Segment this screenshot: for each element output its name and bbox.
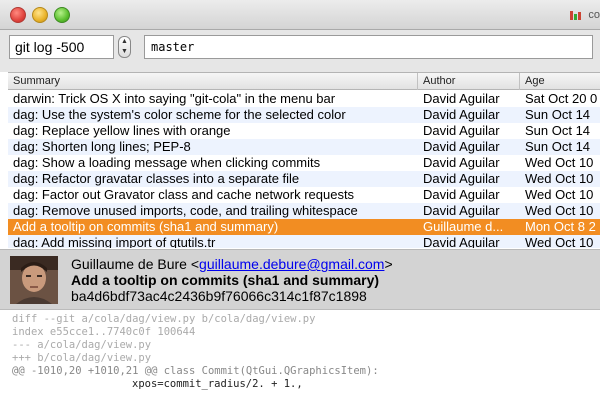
commit-list[interactable]: Summary Author Age darwin: Trick OS X in… — [8, 72, 600, 248]
commit-age-cell: Sat Oct 20 0 — [525, 91, 598, 106]
commit-row[interactable]: dag: Shorten long lines; PEP-8 David Agui… — [8, 139, 600, 155]
column-header-age[interactable]: Age — [525, 75, 545, 89]
git-cola-app-icon — [570, 10, 584, 20]
commit-author-cell: David Aguilar — [423, 187, 500, 202]
window-titlebar: co — [0, 0, 600, 30]
commit-author-cell: David Aguilar — [423, 139, 500, 154]
column-header-author[interactable]: Author — [423, 75, 455, 89]
diff-code-line: xpos=commit_radius/2. + 1., — [132, 378, 303, 390]
commit-row[interactable]: dag: Replace yellow lines with orange Dav… — [8, 123, 600, 139]
commit-summary: dag: Shorten long lines; PEP-8 — [13, 139, 191, 154]
commit-author: Guillaume de Bure <guillaume.debure@gmai… — [71, 256, 393, 272]
commit-row[interactable]: dag: Add missing import of qtutils.tr Dav… — [8, 235, 600, 248]
commit-sha1: ba4d6bdf73ac4c2436b9f76066c314c1f87c1898 — [71, 288, 367, 304]
close-window-button[interactable] — [10, 7, 26, 23]
commit-age-cell: Wed Oct 10 — [525, 203, 594, 218]
diff-header-line: index e55cce1..7740c0f 100644 — [12, 326, 196, 338]
column-divider[interactable] — [519, 73, 520, 90]
stepper-down-icon[interactable]: ▼ — [119, 47, 130, 57]
commit-summary: Add a tooltip on commits (sha1 and summa… — [13, 219, 279, 234]
commit-author-cell: David Aguilar — [423, 107, 500, 122]
commit-summary: dag: Add missing import of qtutils.tr — [13, 235, 216, 248]
zoom-window-button[interactable] — [54, 7, 70, 23]
commit-row[interactable]: dag: Refactor gravatar classes into a se… — [8, 171, 600, 187]
commit-age-cell: Sun Oct 14 — [525, 139, 591, 154]
author-avatar — [10, 256, 58, 304]
commit-age-cell: Mon Oct 8 2 — [525, 219, 596, 234]
email-bracket-close: > — [384, 256, 393, 272]
commit-author-cell: David Aguilar — [423, 171, 500, 186]
column-divider[interactable] — [417, 73, 418, 90]
commit-age-cell: Wed Oct 10 — [525, 187, 594, 202]
author-name: Guillaume de Bure — [71, 256, 187, 272]
commit-age-cell: Wed Oct 10 — [525, 155, 594, 170]
commit-details: Guillaume de Bure <guillaume.debure@gmai… — [0, 249, 600, 309]
commit-summary: dag: Remove unused imports, code, and tr… — [13, 203, 358, 218]
diff-hunk-header: @@ -1010,20 +1010,21 @@ class Commit(QtG… — [12, 365, 379, 377]
commit-row[interactable]: dag: Show a loading message when clickin… — [8, 155, 600, 171]
commit-age-cell: Wed Oct 10 — [525, 171, 594, 186]
branch-input[interactable] — [144, 35, 593, 59]
commit-summary: dag: Replace yellow lines with orange — [13, 123, 231, 138]
stepper-up-icon[interactable]: ▲ — [119, 37, 130, 47]
commit-summary: dag: Refactor gravatar classes into a se… — [13, 171, 300, 186]
commit-age-cell: Sun Oct 14 — [525, 107, 591, 122]
log-expression-input[interactable] — [9, 35, 114, 59]
minimize-window-button[interactable] — [32, 7, 48, 23]
diff-header-line: --- a/cola/dag/view.py — [12, 339, 152, 351]
toolbar: ▲ ▼ — [0, 30, 600, 72]
commit-author-cell: David Aguilar — [423, 123, 500, 138]
commit-age-cell: Sun Oct 14 — [525, 123, 591, 138]
commit-author-cell: David Aguilar — [423, 155, 500, 170]
commit-age-cell: Wed Oct 10 — [525, 235, 594, 248]
commit-summary: dag: Show a loading message when clickin… — [13, 155, 321, 170]
author-email-link[interactable]: guillaume.debure@gmail.com — [199, 256, 384, 272]
diff-view[interactable]: diff --git a/cola/dag/view.py b/cola/dag… — [0, 309, 600, 400]
commit-list-header: Summary Author Age — [8, 73, 600, 90]
window-title: co — [570, 8, 600, 22]
commit-row[interactable]: darwin: Trick OS X into saying "git-cola… — [8, 91, 600, 107]
column-header-summary[interactable]: Summary — [13, 75, 60, 89]
commit-subject: Add a tooltip on commits (sha1 and summa… — [71, 272, 380, 288]
window-title-text: co — [588, 9, 600, 21]
commit-row[interactable]: dag: Remove unused imports, code, and tr… — [8, 203, 600, 219]
commit-summary: dag: Use the system's color scheme for t… — [13, 107, 346, 122]
diff-header-line: +++ b/cola/dag/view.py — [12, 352, 152, 364]
commit-row[interactable]: dag: Use the system's color scheme for t… — [8, 107, 600, 123]
commit-row[interactable]: dag: Factor out Gravator class and cache… — [8, 187, 600, 203]
email-bracket-open: < — [190, 256, 200, 272]
commit-author-cell: David Aguilar — [423, 91, 500, 106]
commit-author-cell: David Aguilar — [423, 235, 500, 248]
count-stepper[interactable]: ▲ ▼ — [118, 36, 131, 58]
commit-author-cell: Guillaume d... — [423, 219, 504, 234]
commit-summary: dag: Factor out Gravator class and cache… — [13, 187, 355, 202]
diff-header-line: diff --git a/cola/dag/view.py b/cola/dag… — [12, 313, 316, 325]
commit-row-selected[interactable]: Add a tooltip on commits (sha1 and summa… — [8, 219, 600, 235]
commit-author-cell: David Aguilar — [423, 203, 500, 218]
commit-summary: darwin: Trick OS X into saying "git-cola… — [13, 91, 336, 106]
